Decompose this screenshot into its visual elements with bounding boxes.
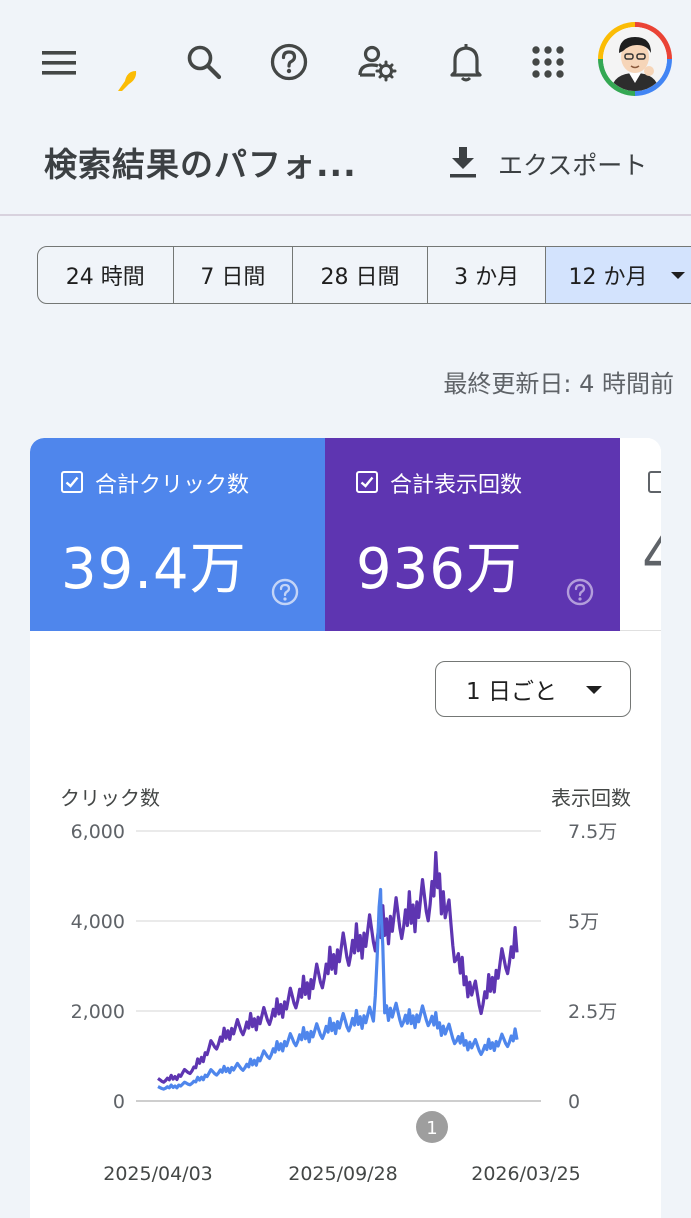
aggregation-dropdown[interactable]: 1 日ごと [435,661,631,717]
left-tick-label: 4,000 [71,911,125,933]
performance-card: 合計クリック数 39.4万 合計表示回数 936万 4 1 日ごと クリック数 … [30,438,661,1218]
left-axis-ticks: 0 2,000 4,000 6,000 [71,821,125,1113]
chart-series [157,850,519,1091]
left-tick-label: 0 [113,1091,125,1113]
apps-grid-icon[interactable] [526,40,570,84]
range-option-28d[interactable]: 28 日間 [293,247,428,303]
x-tick-label: 2025/09/28 [288,1163,398,1185]
last-updated: 最終更新日: 4 時間前 [443,370,674,398]
series-line [157,887,519,1091]
checkbox-unchecked-icon[interactable] [648,471,661,493]
app-bar [0,0,691,120]
date-range-selector: 24 時間 7 日間 28 日間 3 か月 12 か月 [37,246,691,304]
performance-chart: クリック数 表示回数 0 2,000 4,000 6,000 0 2.5万 5万 7.5万 … [30,768,661,1198]
manage-users-icon[interactable] [353,40,401,84]
metric-value: 4 [642,524,661,589]
page-title: 検索結果のパフォ... [44,145,357,184]
checkbox-checked-icon[interactable] [356,471,378,493]
x-tick-label: 2025/04/03 [103,1163,213,1185]
metric-value: 936万 [356,537,523,602]
chart-annotation-marker[interactable]: 1 [416,1111,448,1143]
right-tick-label: 2.5万 [568,1001,617,1023]
help-icon[interactable] [271,578,299,606]
right-axis-label: 表示回数 [551,786,631,810]
chart-svg: クリック数 表示回数 02,0004,0006,000 02.5万5万7.5万 … [60,786,631,1185]
export-button[interactable]: エクスポート [448,140,647,188]
avatar-image [603,27,667,91]
metric-tile-clicks[interactable]: 合計クリック数 39.4万 [30,438,325,631]
help-icon[interactable] [566,578,594,606]
right-axis-ticks: 0 2.5万 5万 7.5万 [568,821,617,1113]
left-axis-label: クリック数 [60,786,160,810]
metric-label: 合計クリック数 [95,473,250,498]
chevron-down-icon [671,271,686,279]
notifications-icon[interactable] [444,40,488,84]
right-tick-label: 0 [568,1091,580,1113]
metric-value: 39.4万 [61,537,247,602]
x-axis-ticks: 2025/04/03 2025/09/28 2026/03/25 [103,1163,581,1185]
chevron-down-icon [586,686,602,694]
search-console-logo-icon[interactable] [112,64,142,94]
metric-tile-partial[interactable]: 4 [620,438,661,631]
menu-icon[interactable] [38,42,80,84]
range-option-24h[interactable]: 24 時間 [38,247,174,303]
search-icon[interactable] [182,40,226,84]
left-tick-label: 6,000 [71,821,125,843]
x-tick-label: 2026/03/25 [471,1163,581,1185]
range-option-12m-label: 12 か月 [568,265,648,290]
series-line [157,850,519,1084]
account-avatar[interactable] [598,22,672,96]
right-tick-label: 5万 [568,911,599,933]
aggregation-label: 1 日ごと [466,679,557,705]
left-tick-label: 2,000 [71,1001,125,1023]
range-option-3m[interactable]: 3 か月 [428,247,547,303]
checkbox-checked-icon[interactable] [61,471,83,493]
range-option-7d[interactable]: 7 日間 [174,247,294,303]
right-tick-label: 7.5万 [568,821,617,843]
metric-tile-impressions[interactable]: 合計表示回数 936万 [325,438,620,631]
export-label: エクスポート [498,151,648,180]
help-icon[interactable] [267,40,311,84]
metric-label: 合計表示回数 [390,473,523,498]
range-option-12m[interactable]: 12 か月 [546,247,691,303]
download-icon [448,145,478,183]
annotation-label: 1 [426,1118,437,1139]
header-divider [0,214,691,216]
